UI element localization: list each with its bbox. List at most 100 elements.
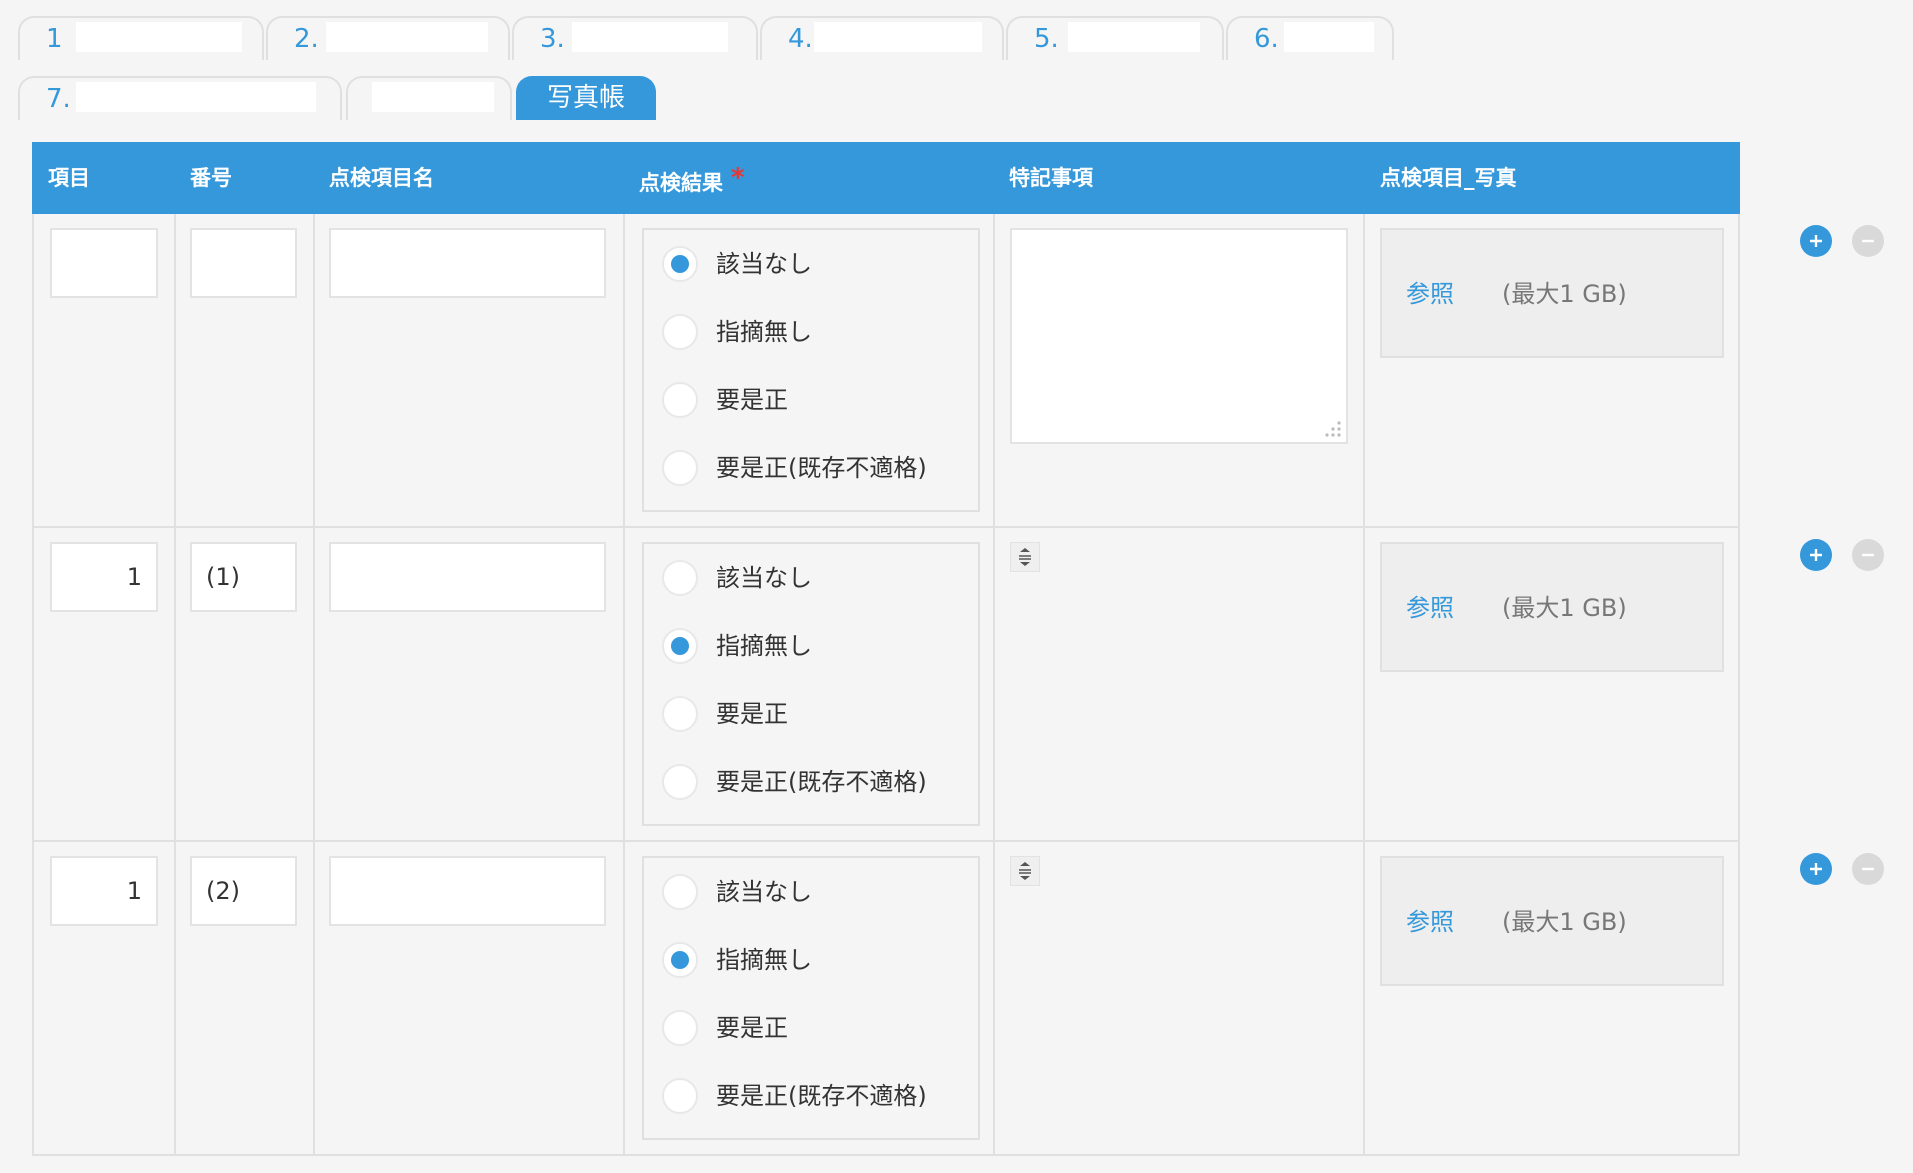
minus-circle-icon (1862, 239, 1874, 243)
expand-vertical-icon (1019, 548, 1031, 566)
result-radio-group: 該当なし 指摘無し 要是正 要是正(既存不適格) (642, 228, 980, 512)
tab-5-redacted (1068, 22, 1200, 52)
notes-expand-button[interactable] (1010, 856, 1040, 886)
column-divider (174, 842, 176, 1154)
remove-row-button[interactable] (1852, 539, 1884, 571)
tab-4-redacted (814, 22, 982, 52)
header-result-label: 点検結果 (639, 171, 723, 195)
column-divider (1363, 214, 1365, 526)
option-label: 要是正(既存不適格) (716, 768, 927, 796)
column-divider (623, 842, 625, 1154)
header-photo: 点検項目_写真 (1380, 166, 1517, 190)
tab-1-label: 1 (46, 24, 63, 54)
option-label: 該当なし (716, 878, 812, 906)
column-divider (1363, 842, 1365, 1154)
option-label: 要是正(既存不適格) (716, 454, 927, 482)
tab-5-label: 5. (1034, 24, 1059, 54)
radio-button[interactable] (662, 450, 698, 486)
radio-button-selected[interactable] (662, 942, 698, 978)
number-input[interactable] (190, 228, 297, 298)
browse-link[interactable]: 参照 (1406, 274, 1454, 309)
plus-circle-icon (1810, 549, 1822, 561)
browse-link[interactable]: 参照 (1406, 902, 1454, 937)
tab-photo-album[interactable]: 写真帳 (516, 76, 656, 120)
column-divider (993, 214, 995, 526)
tab-2-label: 2. (294, 24, 319, 54)
radio-button[interactable] (662, 764, 698, 800)
radio-button[interactable] (662, 874, 698, 910)
minus-circle-icon (1862, 553, 1874, 557)
column-divider (623, 214, 625, 526)
radio-button[interactable] (662, 560, 698, 596)
table-row: 1 (2) 該当なし 指摘無し 要是正 要是正(既存不適格) 参照 (最大1 G… (32, 842, 1884, 1156)
column-divider (993, 842, 995, 1154)
tab-1[interactable]: 1 (18, 16, 264, 60)
tab-7[interactable]: 7. (18, 76, 342, 120)
column-divider (623, 528, 625, 840)
column-divider (1363, 528, 1365, 840)
tab-5[interactable]: 5. (1006, 16, 1224, 60)
tab-3-label: 3. (540, 24, 565, 54)
tab-1-redacted (76, 22, 242, 52)
table-row: 1 (1) 該当なし 指摘無し 要是正 要是正(既存不適格) 参照 (最大1 G… (32, 528, 1884, 842)
option-label: 要是正 (716, 1014, 788, 1042)
radio-button[interactable] (662, 1078, 698, 1114)
tab-4[interactable]: 4. (760, 16, 1004, 60)
column-divider (174, 528, 176, 840)
number-input[interactable]: (2) (190, 856, 297, 926)
header-notes: 特記事項 (1009, 166, 1093, 190)
column-divider (174, 214, 176, 526)
result-radio-group: 該当なし 指摘無し 要是正 要是正(既存不適格) (642, 856, 980, 1140)
inspection-table: 項目 番号 点検項目名 点検結果 * 特記事項 点検項目_写真 該当なし 指摘無し (32, 142, 1884, 1156)
radio-button-selected[interactable] (662, 246, 698, 282)
radio-button[interactable] (662, 1010, 698, 1046)
option-label: 要是正(既存不適格) (716, 1082, 927, 1110)
add-row-button[interactable] (1800, 853, 1832, 885)
remove-row-button[interactable] (1852, 225, 1884, 257)
option-label: 該当なし (716, 564, 812, 592)
item-input[interactable]: 1 (50, 856, 158, 926)
resize-grip-icon[interactable] (1324, 420, 1342, 438)
tab-4-label: 4. (788, 24, 813, 54)
radio-button-selected[interactable] (662, 628, 698, 664)
item-name-input[interactable] (329, 542, 606, 612)
radio-button[interactable] (662, 314, 698, 350)
radio-button[interactable] (662, 382, 698, 418)
number-input[interactable]: (1) (190, 542, 297, 612)
photo-upload: 参照 (最大1 GB) (1380, 856, 1724, 986)
notes-expand-button[interactable] (1010, 542, 1040, 572)
option-label: 要是正 (716, 386, 788, 414)
tab-3-redacted (572, 22, 728, 52)
notes-textarea[interactable] (1010, 228, 1348, 444)
column-divider (313, 214, 315, 526)
column-divider (313, 842, 315, 1154)
header-item-name: 点検項目名 (329, 166, 434, 190)
tab-2[interactable]: 2. (266, 16, 510, 60)
item-input[interactable]: 1 (50, 542, 158, 612)
item-input[interactable] (50, 228, 158, 298)
option-label: 該当なし (716, 250, 812, 278)
tab-8-redacted (372, 82, 494, 112)
option-label: 要是正 (716, 700, 788, 728)
table-header: 項目 番号 点検項目名 点検結果 * 特記事項 点検項目_写真 (32, 142, 1740, 214)
tab-photo-album-label: 写真帳 (546, 83, 625, 113)
item-name-input[interactable] (329, 856, 606, 926)
radio-button[interactable] (662, 696, 698, 732)
tab-6-redacted (1284, 22, 1374, 52)
required-marker: * (731, 163, 745, 193)
tab-8[interactable] (346, 76, 512, 120)
option-label: 指摘無し (716, 318, 812, 346)
column-divider (313, 528, 315, 840)
item-name-input[interactable] (329, 228, 606, 298)
add-row-button[interactable] (1800, 225, 1832, 257)
tab-3[interactable]: 3. (512, 16, 758, 60)
remove-row-button[interactable] (1852, 853, 1884, 885)
tab-6[interactable]: 6. (1226, 16, 1394, 60)
minus-circle-icon (1862, 867, 1874, 871)
tab-2-redacted (326, 22, 488, 52)
photo-upload: 参照 (最大1 GB) (1380, 542, 1724, 672)
browse-link[interactable]: 参照 (1406, 588, 1454, 623)
add-row-button[interactable] (1800, 539, 1832, 571)
result-radio-group: 該当なし 指摘無し 要是正 要是正(既存不適格) (642, 542, 980, 826)
tab-7-label: 7. (46, 84, 71, 114)
